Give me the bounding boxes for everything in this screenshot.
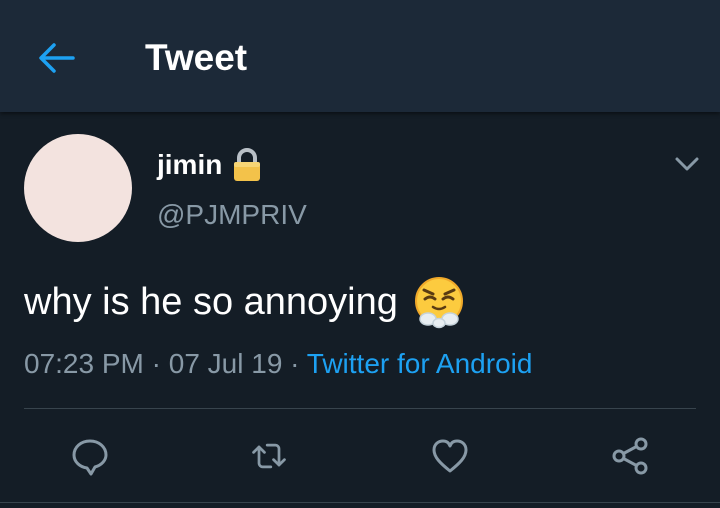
page-title: Tweet [145,37,248,78]
arrow-left-icon [39,43,75,73]
avatar[interactable] [24,134,132,242]
lock-icon [234,148,261,181]
share-icon [612,437,648,475]
tweet-source-link[interactable]: Twitter for Android [307,348,533,379]
tweet-meta: 07:23 PM · 07 Jul 19 · Twitter for Andro… [24,346,532,382]
tweet-time: 07:23 PM [24,348,144,379]
top-app-bar: Tweet [0,0,720,112]
retweet-button[interactable] [249,436,289,476]
author-name[interactable]: jimin [157,148,222,182]
divider [24,408,696,409]
divider [0,502,720,503]
reply-button[interactable] [70,436,110,476]
like-icon [432,439,468,473]
like-button[interactable] [430,436,470,476]
tweet-body: why is he so annoying [24,281,398,323]
face-with-steam-from-nose-emoji [414,277,463,329]
author-handle[interactable]: @PJMPRIV [157,198,307,232]
reply-icon [72,439,108,476]
back-button[interactable] [36,38,76,78]
share-button[interactable] [610,436,650,476]
meta-separator: · [143,348,169,379]
meta-separator: · [282,348,307,379]
tweet-date: 07 Jul 19 [168,348,283,379]
tweet-text: why is he so annoying [24,275,466,329]
chevron-down-icon[interactable] [672,152,702,176]
author-row: jimin [157,148,262,182]
retweet-icon [252,443,286,469]
